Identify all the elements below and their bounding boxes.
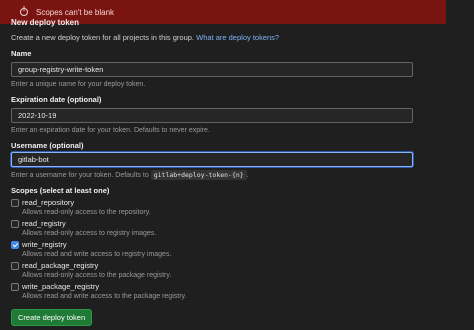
form-title: New deploy token (11, 18, 80, 27)
scope-name: read_registry (22, 219, 66, 228)
form-description: Create a new deploy token for all projec… (11, 33, 279, 42)
expiration-hint: Enter an expiration date for your token.… (11, 127, 210, 134)
username-input[interactable]: gitlab-bot (11, 152, 413, 167)
username-hint-text: Enter a username for your token. Default… (11, 172, 149, 179)
form-description-text: Create a new deploy token for all projec… (11, 33, 195, 42)
read-registry-checkbox[interactable] (11, 220, 19, 228)
scope-name: write_package_registry (22, 282, 100, 291)
username-hint: Enter a username for your token. Default… (11, 170, 249, 180)
write-package-registry-checkbox[interactable] (11, 283, 19, 291)
scope-description: Allows read-only access to registry imag… (22, 230, 157, 237)
name-input[interactable]: group-registry-write-token (11, 62, 413, 77)
read-package-registry-checkbox[interactable] (11, 262, 19, 270)
scope-name: write_registry (22, 240, 67, 249)
name-hint: Enter a unique name for your deploy toke… (11, 81, 146, 88)
name-label: Name (11, 49, 32, 58)
expiration-date-input[interactable]: 2022-10-19 (11, 108, 413, 123)
scopes-label: Scopes (select at least one) (11, 186, 110, 195)
help-link[interactable]: What are deploy tokens? (196, 33, 279, 42)
create-deploy-token-button[interactable]: Create deploy token (11, 309, 93, 326)
expiration-label: Expiration date (optional) (11, 95, 102, 104)
scope-name: read_package_registry (22, 261, 99, 270)
error-circle-icon (20, 6, 28, 16)
username-hint-suffix: . (246, 172, 249, 179)
username-default-code: gitlab+deploy-token-{n} (150, 170, 247, 180)
scope-description: Allows read and write access to registry… (22, 251, 172, 258)
write-registry-checkbox[interactable] (11, 241, 19, 249)
alert-message: Scopes can't be blank (36, 7, 115, 17)
scope-description: Allows read-only access to the repositor… (22, 209, 151, 216)
scope-name: read_repository (22, 198, 75, 207)
scope-description: Allows read and write access to the pack… (22, 293, 187, 300)
read-repository-checkbox[interactable] (11, 199, 19, 207)
username-label: Username (optional) (11, 141, 84, 150)
scope-description: Allows read-only access to the package r… (22, 272, 172, 279)
